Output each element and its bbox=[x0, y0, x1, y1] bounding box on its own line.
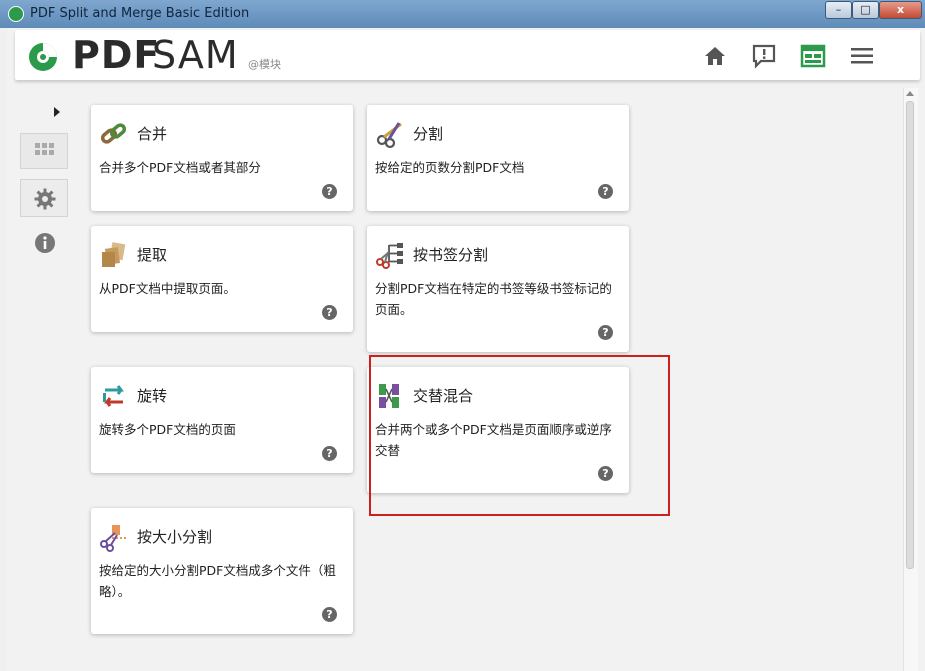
help-icon[interactable]: ? bbox=[322, 607, 337, 622]
help-icon[interactable]: ? bbox=[322, 305, 337, 320]
highlight-box bbox=[369, 355, 670, 516]
size-split-icon bbox=[100, 525, 126, 552]
extract-pages-icon bbox=[102, 242, 126, 267]
modules-grid-icon bbox=[35, 143, 54, 155]
settings-button[interactable] bbox=[20, 179, 68, 217]
logo-subtitle: @模块 bbox=[248, 58, 281, 71]
module-title: 分割 bbox=[413, 125, 444, 143]
module-description: 按给定的大小分割PDF文档成多个文件（粗略）。 bbox=[99, 563, 336, 599]
module-title: 按书签分割 bbox=[413, 246, 489, 264]
module-card-split[interactable]: 分割 按给定的页数分割PDF文档 ? bbox=[367, 105, 629, 211]
settings-gear-icon bbox=[34, 188, 56, 210]
split-scissors-icon bbox=[376, 122, 402, 149]
scrollbar-thumb[interactable] bbox=[906, 101, 914, 569]
maximize-button[interactable]: □ bbox=[852, 1, 879, 19]
info-icon[interactable] bbox=[34, 232, 56, 254]
feedback-icon[interactable] bbox=[751, 43, 777, 69]
close-button[interactable]: x bbox=[879, 1, 922, 19]
module-card-split-by-bookmarks[interactable]: 按书签分割 分割PDF文档在特定的书签等级书签标记的页面。 ? bbox=[367, 226, 629, 352]
module-title: 提取 bbox=[137, 246, 168, 264]
module-card-merge[interactable]: 合并 合并多个PDF文档或者其部分 ? bbox=[91, 105, 353, 211]
rotate-icon bbox=[103, 385, 124, 407]
logo-text-pdf: PDF bbox=[72, 33, 161, 77]
module-description: 按给定的页数分割PDF文档 bbox=[375, 160, 525, 175]
bookmark-split-icon bbox=[376, 243, 403, 269]
logo-text-sam: SAM bbox=[152, 33, 239, 77]
module-title: 按大小分割 bbox=[137, 528, 213, 546]
module-description: 从PDF文档中提取页面。 bbox=[99, 281, 236, 296]
help-icon[interactable]: ? bbox=[598, 325, 613, 340]
app-header: PDF SAM @模块 bbox=[15, 30, 920, 80]
module-title: 合并 bbox=[137, 125, 168, 143]
expand-arrow-icon[interactable] bbox=[52, 105, 62, 119]
module-title: 旋转 bbox=[137, 387, 168, 405]
module-card-extract[interactable]: 提取 从PDF文档中提取页面。 ? bbox=[91, 226, 353, 332]
app-icon bbox=[8, 6, 24, 22]
scroll-up-icon[interactable] bbox=[906, 91, 914, 96]
module-description: 分割PDF文档在特定的书签等级书签标记的页面。 bbox=[375, 281, 612, 317]
merge-chain-icon bbox=[100, 123, 127, 144]
help-icon[interactable]: ? bbox=[598, 184, 613, 199]
minimize-button[interactable]: – bbox=[825, 1, 852, 19]
modules-button[interactable] bbox=[20, 133, 68, 169]
menu-icon[interactable] bbox=[849, 43, 875, 69]
module-card-split-by-size[interactable]: 按大小分割 按给定的大小分割PDF文档成多个文件（粗略）。 ? bbox=[91, 508, 353, 634]
window-title: PDF Split and Merge Basic Edition bbox=[30, 6, 250, 21]
pdfsam-logo-icon bbox=[29, 43, 57, 71]
dashboard-icon[interactable] bbox=[800, 43, 826, 69]
module-description: 旋转多个PDF文档的页面 bbox=[99, 422, 236, 437]
module-card-rotate[interactable]: 旋转 旋转多个PDF文档的页面 ? bbox=[91, 367, 353, 473]
module-description: 合并多个PDF文档或者其部分 bbox=[99, 160, 261, 175]
home-icon[interactable] bbox=[702, 43, 728, 69]
window-titlebar: PDF Split and Merge Basic Edition – □ x bbox=[0, 0, 925, 28]
help-icon[interactable]: ? bbox=[322, 446, 337, 461]
help-icon[interactable]: ? bbox=[322, 184, 337, 199]
